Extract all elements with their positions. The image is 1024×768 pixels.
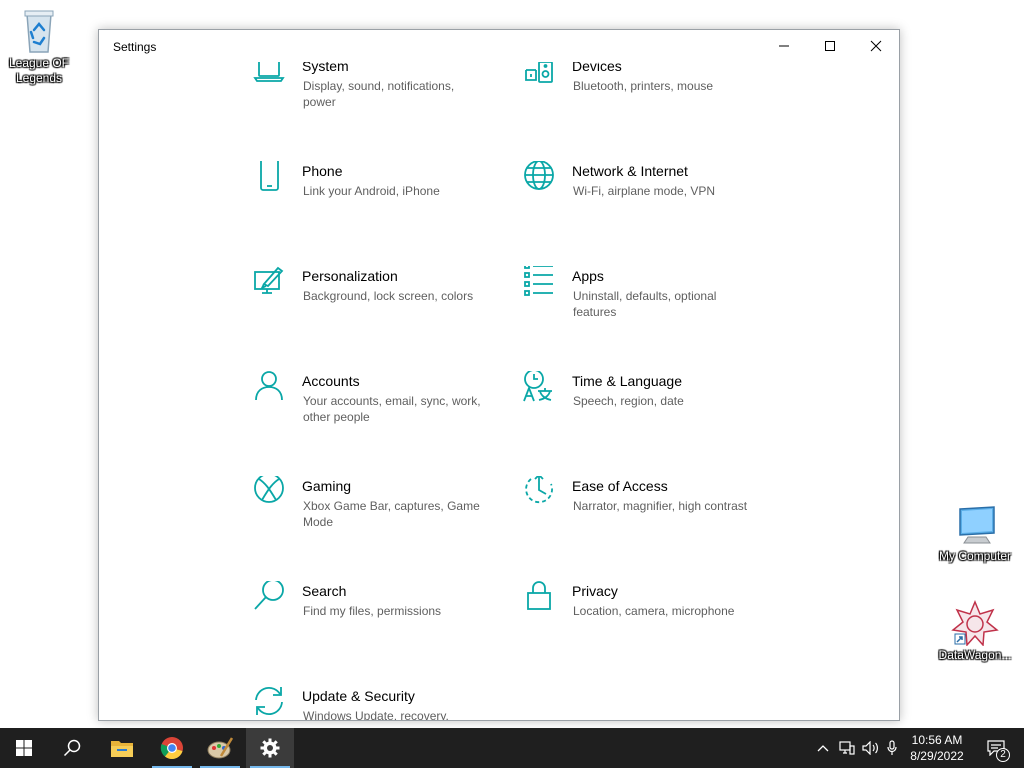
- desktop-icon-datawagon[interactable]: DataWagon...: [933, 600, 1017, 663]
- taskbar-chrome[interactable]: [148, 728, 196, 768]
- xbox-icon: [254, 476, 284, 503]
- tile-description: Wi-Fi, airplane mode, VPN: [573, 184, 716, 198]
- recycle-bin-icon: [24, 10, 54, 53]
- sync-icon: [255, 687, 283, 715]
- settings-tile-ease-of-access[interactable]: Ease of Access Narrator, magnifier, high…: [522, 476, 772, 556]
- settings-tile-personalization[interactable]: Personalization Background, lock screen,…: [252, 266, 502, 346]
- datawagon-logo-icon: [951, 600, 999, 646]
- settings-window: System Display, sound, notifications, po…: [98, 29, 900, 721]
- tile-description: Location, camera, microphone: [573, 604, 735, 618]
- window-title: Settings: [113, 40, 157, 54]
- taskbar-paint-app[interactable]: [196, 728, 244, 768]
- close-icon: [870, 40, 882, 52]
- tile-name: Update & Security: [302, 688, 415, 704]
- tile-name: Network & Internet: [572, 163, 688, 179]
- phone-icon: [260, 161, 279, 191]
- tile-name: Gaming: [302, 478, 352, 494]
- tile-name: Accounts: [302, 373, 360, 389]
- search-icon: [254, 581, 284, 610]
- time-language-icon: [523, 371, 552, 402]
- clock-date: 8/29/2022: [910, 749, 964, 763]
- paint-icon: [254, 266, 284, 294]
- tile-name: Phone: [302, 163, 343, 179]
- tray-volume-button[interactable]: [860, 728, 882, 768]
- tray-microphone-button[interactable]: [882, 728, 902, 768]
- settings-tile-time-language[interactable]: Time & Language Speech, region, date: [522, 371, 772, 451]
- close-button[interactable]: [853, 30, 899, 62]
- tile-description: Find my files, permissions: [303, 604, 442, 618]
- settings-tile-apps[interactable]: Apps Uninstall, defaults, optional featu…: [522, 266, 772, 346]
- microphone-icon: [887, 740, 897, 755]
- settings-tile-devices[interactable]: Devices Bluetooth, printers, mouse: [522, 56, 772, 136]
- chevron-up-icon: [817, 745, 829, 752]
- volume-icon: [862, 741, 878, 755]
- minimize-button[interactable]: [761, 30, 807, 62]
- settings-tile-system[interactable]: System Display, sound, notifications, po…: [252, 56, 502, 136]
- tile-name: Personalization: [302, 268, 398, 284]
- search-icon: [63, 739, 81, 757]
- tile-description: Link your Android, iPhone: [303, 184, 440, 198]
- taskbar-file-explorer[interactable]: [98, 728, 146, 768]
- lock-icon: [527, 581, 551, 610]
- windows-start-icon: [16, 740, 32, 756]
- taskbar: 10:56 AM 8/29/2022 2: [0, 728, 1024, 768]
- tray-overflow-button[interactable]: [812, 728, 834, 768]
- tile-description: Uninstall, defaults, optional features: [573, 289, 717, 319]
- ease-of-access-icon: [525, 476, 553, 504]
- tile-name: Time & Language: [572, 373, 682, 389]
- settings-tile-accounts[interactable]: Accounts Your accounts, email, sync, wor…: [252, 371, 502, 451]
- settings-tile-search[interactable]: Search Find my files, permissions: [252, 581, 502, 661]
- clock-time: 10:56 AM: [911, 733, 963, 747]
- tile-description: Xbox Game Bar, captures, Game Mode: [303, 499, 480, 529]
- tile-name: Privacy: [572, 583, 618, 599]
- desktop-icon-label: DataWagon...: [938, 648, 1012, 662]
- tile-description: Speech, region, date: [573, 394, 684, 408]
- person-icon: [255, 371, 283, 401]
- tile-description: Display, sound, notifications, power: [303, 79, 455, 109]
- desktop-icon-my-computer[interactable]: My Computer: [933, 505, 1017, 564]
- tray-network-button[interactable]: [836, 728, 858, 768]
- desktop-icon-label: League OF Legends: [8, 56, 70, 85]
- tile-description: Bluetooth, printers, mouse: [573, 79, 714, 93]
- settings-home-grid[interactable]: System Display, sound, notifications, po…: [99, 30, 899, 720]
- file-explorer-icon: [111, 741, 133, 757]
- desktop-icon-league-of-legends[interactable]: League OF Legends: [0, 8, 81, 86]
- chrome-icon: [160, 737, 183, 759]
- apps-list-icon: [524, 266, 553, 296]
- paint-app-icon: [207, 737, 233, 759]
- settings-gear-icon: [260, 738, 280, 758]
- globe-icon: [524, 161, 554, 190]
- maximize-button[interactable]: [807, 30, 853, 62]
- settings-tile-update-security[interactable]: Update & Security Windows Update, recove…: [252, 686, 502, 721]
- tile-name: Ease of Access: [572, 478, 668, 494]
- action-center-button[interactable]: [976, 728, 1016, 768]
- tile-description: Narrator, magnifier, high contrast: [573, 499, 748, 513]
- taskbar-clock[interactable]: 10:56 AM 8/29/2022: [902, 732, 972, 764]
- tile-description: Windows Update, recovery,: [303, 709, 449, 721]
- settings-tile-privacy[interactable]: Privacy Location, camera, microphone: [522, 581, 772, 661]
- taskbar-search-button[interactable]: [48, 728, 96, 768]
- maximize-icon: [825, 41, 835, 51]
- taskbar-settings[interactable]: [246, 728, 294, 768]
- tile-name: Apps: [572, 268, 604, 284]
- title-bar[interactable]: Settings: [99, 30, 899, 62]
- tile-name: Search: [302, 583, 347, 599]
- settings-tile-network[interactable]: Network & Internet Wi-Fi, airplane mode,…: [522, 161, 772, 241]
- settings-tile-gaming[interactable]: Gaming Xbox Game Bar, captures, Game Mod…: [252, 476, 502, 556]
- start-button[interactable]: [0, 728, 48, 768]
- notification-count-badge: 2: [996, 748, 1010, 762]
- network-icon: [839, 741, 855, 755]
- settings-tile-phone[interactable]: Phone Link your Android, iPhone: [252, 161, 502, 241]
- minimize-icon: [779, 45, 789, 47]
- tile-description: Background, lock screen, colors: [303, 289, 474, 303]
- desktop-icon-label: My Computer: [938, 549, 1012, 563]
- monitor-icon: [959, 506, 995, 544]
- tile-description: Your accounts, email, sync, work, other …: [303, 394, 481, 424]
